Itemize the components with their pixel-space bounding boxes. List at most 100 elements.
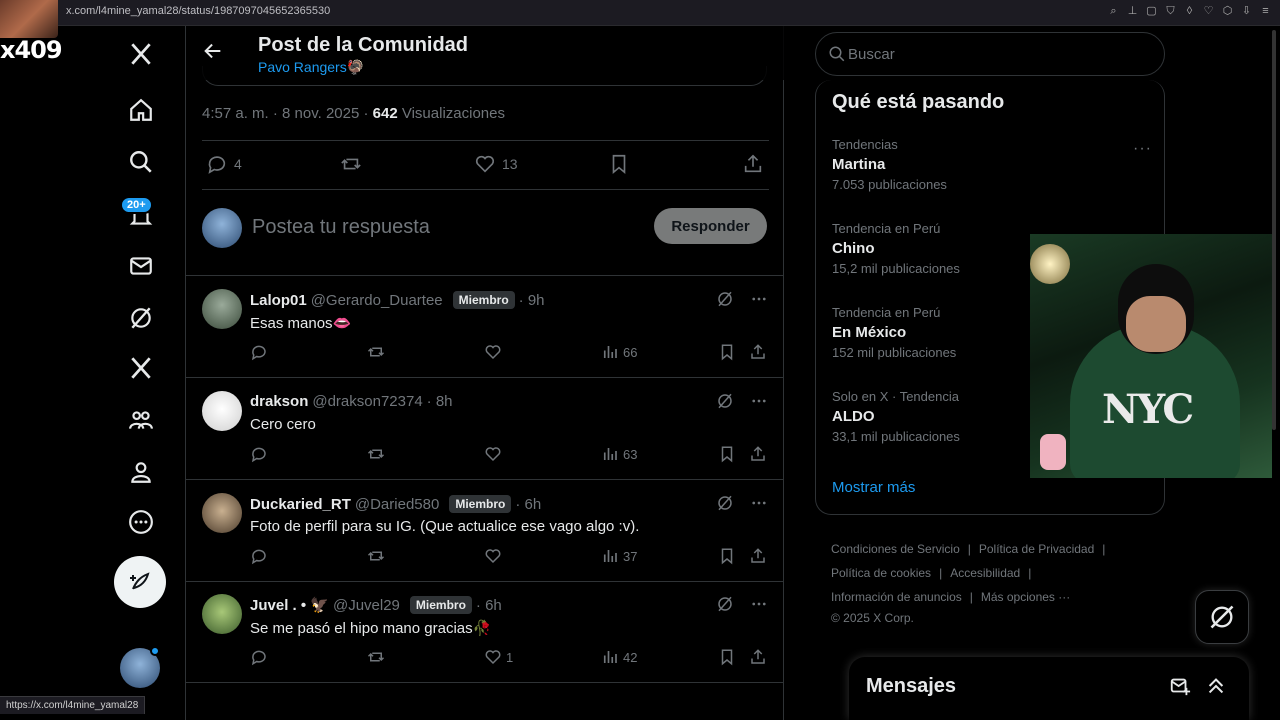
reply-avatar[interactable] (202, 391, 242, 431)
reply-item[interactable]: drakson @drakson72374 · 8h Cero cero 63 (186, 379, 784, 480)
grok-icon[interactable] (127, 304, 155, 332)
communities-icon[interactable] (127, 406, 155, 434)
reply-avatar[interactable] (202, 493, 242, 533)
messages-drawer[interactable]: Mensajes (849, 657, 1249, 720)
reply-author-handle[interactable]: @Juvel29 (333, 597, 400, 614)
privacy-link[interactable]: Política de Privacidad (979, 542, 1094, 556)
reply-author-name[interactable]: Juvel . • 🦅 (250, 596, 329, 614)
more-dots-icon[interactable] (750, 494, 768, 512)
like-button[interactable]: 1 (484, 648, 513, 666)
grok-icon[interactable] (716, 595, 734, 613)
reply-submit-button[interactable]: Responder (654, 208, 767, 244)
shield-icon[interactable]: ⛉ (1164, 4, 1177, 18)
terms-link[interactable]: Condiciones de Servicio (831, 542, 960, 556)
show-more-link[interactable]: Mostrar más (832, 479, 915, 496)
x-logo-icon[interactable] (127, 40, 155, 68)
heart-icon[interactable]: ♡ (1202, 4, 1215, 18)
home-icon[interactable] (127, 96, 155, 124)
search-box[interactable]: Buscar (815, 32, 1165, 76)
reply-author-name[interactable]: Lalop01 (250, 292, 307, 309)
reply-avatar[interactable] (202, 289, 242, 329)
share-button[interactable] (749, 547, 767, 565)
reply-button[interactable] (250, 343, 268, 361)
grok-icon[interactable] (716, 290, 734, 308)
premium-x-icon[interactable] (127, 354, 155, 382)
community-link[interactable]: Pavo Rangers🦃 (258, 59, 364, 76)
lamp-light (1030, 244, 1070, 284)
trend-item[interactable]: Tendencias Martina 7.053 publicaciones (832, 137, 1152, 192)
views-button[interactable]: 37 (601, 547, 637, 565)
accessibility-link[interactable]: Accesibilidad (950, 566, 1020, 580)
pin-icon[interactable]: ⊥ (1126, 4, 1139, 18)
reply-author-handle[interactable]: @Daried580 (355, 496, 439, 513)
reply-time[interactable]: · 9h (519, 292, 545, 309)
reply-actions: 1 42 (250, 648, 770, 670)
reply-button[interactable] (250, 445, 268, 463)
menu-icon[interactable]: ≡ (1259, 4, 1272, 18)
search-icon[interactable] (127, 148, 155, 176)
repost-button[interactable] (367, 547, 385, 565)
views-count: 42 (623, 649, 638, 665)
reply-author-handle[interactable]: @drakson72374 (312, 393, 422, 410)
ads-info-link[interactable]: Información de anuncios (831, 590, 962, 604)
reply-author-name[interactable]: drakson (250, 393, 308, 410)
share-button[interactable] (749, 445, 767, 463)
like-button[interactable] (484, 343, 506, 361)
shield-check-icon[interactable]: ◊ (1183, 4, 1196, 18)
grok-icon[interactable] (716, 392, 734, 410)
download-icon[interactable]: ⇩ (1240, 4, 1253, 18)
repost-button[interactable] (367, 445, 385, 463)
bookmark-button[interactable] (718, 445, 736, 463)
bookmark-button[interactable] (718, 648, 736, 666)
more-options-icon[interactable] (127, 508, 155, 536)
like-button[interactable] (484, 445, 506, 463)
new-message-icon[interactable] (1169, 675, 1191, 697)
reply-input[interactable]: Postea tu respuesta (252, 216, 430, 239)
bookmark-button[interactable] (718, 343, 736, 361)
reply-time[interactable]: · 8h (427, 393, 453, 410)
more-options-link[interactable]: Más opciones ··· (981, 590, 1070, 604)
reply-time[interactable]: · 6h (476, 597, 502, 614)
reply-avatar[interactable] (202, 594, 242, 634)
repost-button[interactable] (367, 343, 385, 361)
address-bar[interactable]: x.com/l4mine_yamal28/status/198709704565… (66, 5, 330, 17)
reply-item[interactable]: Duckaried_RT @Daried580 Miembro · 6h Fot… (186, 481, 784, 582)
reply-button[interactable]: 4 (206, 153, 242, 175)
zoom-icon[interactable]: ⌕ (1107, 4, 1120, 18)
reply-time[interactable]: · 6h (515, 496, 541, 513)
repost-button[interactable] (367, 648, 385, 666)
reply-button[interactable] (250, 547, 268, 565)
messages-icon[interactable] (127, 252, 155, 280)
search-input[interactable]: Buscar (848, 46, 895, 63)
like-button[interactable]: 13 (474, 153, 518, 175)
views-button[interactable]: 66 (601, 343, 637, 361)
more-dots-icon[interactable] (750, 290, 768, 308)
profile-icon[interactable] (127, 458, 155, 486)
back-arrow-icon[interactable] (202, 40, 224, 62)
grok-floating-button[interactable] (1195, 590, 1249, 644)
views-button[interactable]: 63 (601, 445, 637, 463)
grok-icon[interactable] (716, 494, 734, 512)
chevron-up-double-icon[interactable] (1205, 675, 1227, 697)
share-button[interactable] (749, 648, 767, 666)
reply-author-name[interactable]: Duckaried_RT (250, 496, 351, 513)
post-timestamp[interactable]: 4:57 a. m. · 8 nov. 2025 · (202, 105, 373, 122)
bookmark-button[interactable] (718, 547, 736, 565)
reply-button[interactable] (250, 648, 268, 666)
compose-post-button[interactable] (114, 556, 166, 608)
scrollbar[interactable] (1272, 30, 1276, 430)
bookmark-button[interactable] (608, 153, 630, 175)
share-button[interactable] (742, 153, 764, 175)
more-dots-icon[interactable] (750, 595, 768, 613)
reply-item[interactable]: Lalop01 @Gerardo_Duartee Miembro · 9h Es… (186, 277, 784, 378)
extensions-icon[interactable]: ⬡ (1221, 4, 1234, 18)
more-dots-icon[interactable] (750, 392, 768, 410)
like-button[interactable] (484, 547, 506, 565)
repost-button[interactable] (340, 153, 362, 175)
reply-item[interactable]: Juvel . • 🦅 @Juvel29 Miembro · 6h Se me … (186, 582, 784, 683)
tab-icon[interactable]: ▢ (1145, 4, 1158, 18)
share-button[interactable] (749, 343, 767, 361)
views-button[interactable]: 42 (601, 648, 637, 666)
reply-author-handle[interactable]: @Gerardo_Duartee (311, 292, 443, 309)
cookies-link[interactable]: Política de cookies (831, 566, 931, 580)
